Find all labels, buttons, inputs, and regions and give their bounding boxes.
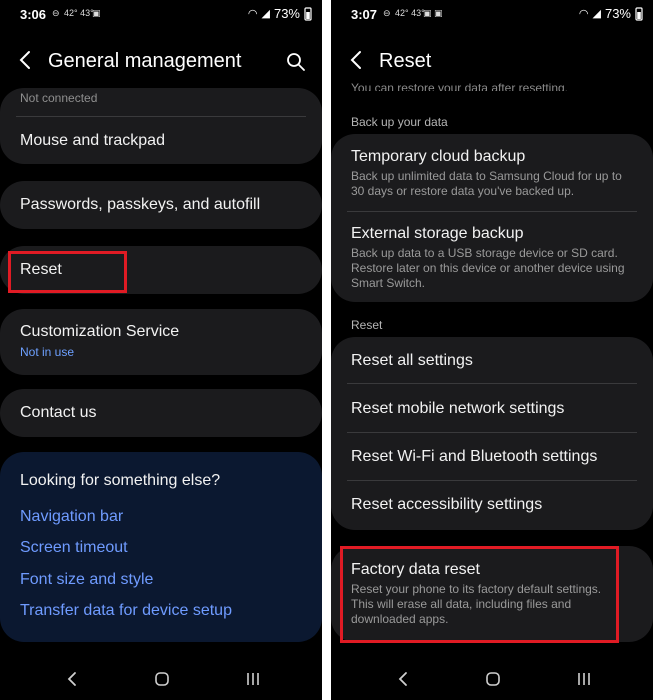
status-right: ◠ ◢ 73% bbox=[248, 6, 312, 21]
highlight-box-reset bbox=[8, 251, 127, 293]
customization-status: Not in use bbox=[20, 345, 75, 359]
signal-icon: ◢ bbox=[261, 8, 270, 20]
menu-item-mouse-trackpad[interactable]: Mouse and trackpad bbox=[20, 132, 165, 150]
looking-title: Looking for something else? bbox=[20, 472, 221, 489]
battery-icon bbox=[635, 6, 643, 21]
menu-item-reset-wifi-bluetooth[interactable]: Reset Wi-Fi and Bluetooth settings bbox=[351, 448, 597, 466]
wifi-icon: ◠ bbox=[247, 8, 258, 20]
divider bbox=[347, 211, 637, 212]
divider bbox=[347, 383, 637, 384]
scrolled-text-cut: You can restore your data after resettin… bbox=[351, 81, 569, 91]
status-time: 3:06 bbox=[20, 7, 47, 22]
section-header-backup: Back up your data bbox=[351, 115, 448, 129]
link-transfer-data[interactable]: Transfer data for device setup bbox=[20, 602, 232, 620]
connection-card: Not connected Mouse and trackpad bbox=[0, 88, 322, 164]
looking-for-something-card: Looking for something else? Navigation b… bbox=[0, 452, 322, 642]
passwords-card[interactable]: Passwords, passkeys, and autofill bbox=[0, 181, 322, 229]
notification-icons: ⊖ bbox=[383, 8, 391, 18]
menu-item-reset-all-settings[interactable]: Reset all settings bbox=[351, 352, 473, 370]
nav-back-icon[interactable] bbox=[66, 670, 78, 688]
menu-item-external-storage-backup[interactable]: External storage backup bbox=[351, 225, 524, 243]
reset-options-card: Reset all settings Reset mobile network … bbox=[331, 337, 653, 530]
link-navigation-bar[interactable]: Navigation bar bbox=[20, 508, 123, 526]
status-bar: 3:06 ⊖ 42° 43° ▣ ◠ ◢ 73% bbox=[0, 0, 322, 28]
highlight-box-factory-reset bbox=[340, 546, 619, 643]
nav-back-icon[interactable] bbox=[397, 670, 409, 688]
status-temps: 42° 43° bbox=[395, 8, 425, 18]
temporary-cloud-backup-desc: Back up unlimited data to Samsung Cloud … bbox=[351, 169, 622, 198]
divider bbox=[347, 480, 637, 481]
not-connected-status: Not connected bbox=[20, 91, 98, 105]
notification-icons: ⊖ bbox=[52, 8, 60, 18]
link-font-size-style[interactable]: Font size and style bbox=[20, 571, 153, 589]
wifi-icon: ◠ bbox=[578, 8, 589, 20]
search-icon[interactable] bbox=[286, 52, 306, 72]
system-nav-bar bbox=[0, 664, 322, 696]
app-bar: Reset bbox=[331, 40, 653, 84]
back-arrow-icon[interactable] bbox=[345, 48, 369, 72]
nav-recents-icon[interactable] bbox=[575, 670, 593, 688]
page-title: Reset bbox=[379, 50, 432, 72]
nav-home-icon[interactable] bbox=[153, 670, 171, 688]
status-temps: 42° 43° bbox=[64, 8, 94, 18]
menu-item-customization[interactable]: Customization Service bbox=[20, 323, 179, 341]
right-phone-screen: 3:07 ⊖ 42° 43° ▣ ▣ ◠ ◢ 73% Reset You can… bbox=[331, 0, 653, 700]
section-header-reset: Reset bbox=[351, 318, 383, 332]
divider bbox=[347, 432, 637, 433]
nav-recents-icon[interactable] bbox=[244, 670, 262, 688]
battery-icon bbox=[304, 6, 312, 21]
status-bar: 3:07 ⊖ 42° 43° ▣ ▣ ◠ ◢ 73% bbox=[331, 0, 653, 28]
status-right: ◠ ◢ 73% bbox=[579, 6, 643, 21]
menu-item-passwords[interactable]: Passwords, passkeys, and autofill bbox=[20, 196, 260, 214]
menu-item-reset-mobile-network[interactable]: Reset mobile network settings bbox=[351, 400, 564, 418]
menu-item-temporary-cloud-backup[interactable]: Temporary cloud backup bbox=[351, 148, 525, 166]
menu-item-contact-us[interactable]: Contact us bbox=[20, 404, 96, 422]
menu-item-reset-accessibility[interactable]: Reset accessibility settings bbox=[351, 496, 542, 514]
battery-level: 73% bbox=[604, 6, 631, 21]
external-storage-backup-desc: Back up data to a USB storage device or … bbox=[351, 246, 625, 290]
image-icon: ▣ ▣ bbox=[423, 8, 443, 18]
image-icon: ▣ bbox=[92, 8, 101, 18]
app-bar: General management bbox=[0, 40, 322, 84]
signal-icon: ◢ bbox=[592, 8, 601, 20]
system-nav-bar bbox=[331, 664, 653, 696]
link-screen-timeout[interactable]: Screen timeout bbox=[20, 539, 128, 557]
customization-card[interactable]: Customization Service Not in use bbox=[0, 309, 322, 375]
backup-card: Temporary cloud backup Back up unlimited… bbox=[331, 134, 653, 302]
back-arrow-icon[interactable] bbox=[14, 48, 38, 72]
left-phone-screen: 3:06 ⊖ 42° 43° ▣ ◠ ◢ 73% General managem… bbox=[0, 0, 322, 700]
nav-home-icon[interactable] bbox=[484, 670, 502, 688]
page-title: General management bbox=[48, 50, 242, 72]
battery-level: 73% bbox=[273, 6, 300, 21]
status-time: 3:07 bbox=[351, 7, 378, 22]
contact-card[interactable]: Contact us bbox=[0, 389, 322, 437]
divider bbox=[16, 116, 306, 117]
